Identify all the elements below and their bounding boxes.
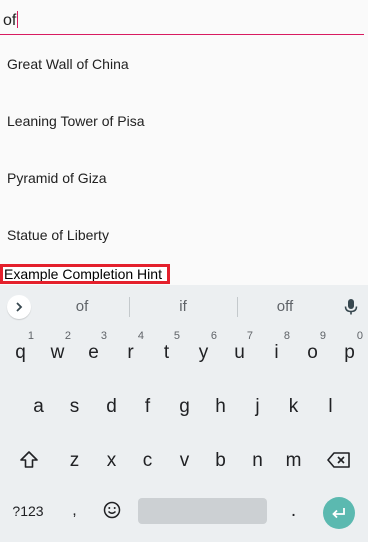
key-e[interactable]: e3 — [77, 331, 110, 371]
key-x[interactable]: x — [95, 443, 128, 479]
key-m[interactable]: m — [277, 443, 310, 479]
key-v[interactable]: v — [168, 443, 201, 479]
word-suggestion[interactable]: off — [244, 285, 326, 329]
symbols-key[interactable]: ?123 — [4, 493, 52, 529]
soft-keyboard: of if off q1 w2 e3 r4 t5 y6 u7 i8 o9 p0 … — [0, 285, 368, 542]
key-l[interactable]: l — [314, 389, 347, 425]
key-f[interactable]: f — [131, 389, 164, 425]
key-b[interactable]: b — [204, 443, 237, 479]
key-n[interactable]: n — [241, 443, 274, 479]
key-k[interactable]: k — [277, 389, 310, 425]
word-suggestion[interactable]: of — [38, 285, 126, 329]
key-row-2: a s d f g h j k l — [0, 389, 368, 425]
key-period[interactable]: . — [277, 493, 310, 529]
search-input-text: of — [3, 11, 19, 29]
key-a[interactable]: a — [22, 389, 55, 425]
key-q[interactable]: q1 — [4, 331, 37, 371]
key-p[interactable]: p0 — [333, 331, 366, 371]
key-row-1: q1 w2 e3 r4 t5 y6 u7 i8 o9 p0 — [0, 331, 368, 371]
key-j[interactable]: j — [241, 389, 274, 425]
shift-icon[interactable] — [12, 443, 46, 479]
search-input[interactable]: of — [0, 0, 364, 35]
key-comma[interactable]: , — [58, 493, 91, 529]
enter-icon[interactable] — [323, 497, 355, 529]
key-w[interactable]: w2 — [41, 331, 74, 371]
key-s[interactable]: s — [58, 389, 91, 425]
chevron-right-icon[interactable] — [7, 295, 31, 319]
text-cursor — [17, 11, 19, 28]
key-y[interactable]: y6 — [187, 331, 220, 371]
autocomplete-item[interactable]: Leaning Tower of Pisa — [0, 93, 368, 150]
key-t[interactable]: t5 — [150, 331, 183, 371]
key-g[interactable]: g — [168, 389, 201, 425]
emoji-icon[interactable] — [95, 493, 128, 529]
autocomplete-item[interactable]: Great Wall of China — [0, 36, 368, 93]
key-u[interactable]: u7 — [223, 331, 256, 371]
divider — [129, 297, 130, 317]
key-row-3: z x c v b n m — [0, 443, 368, 479]
word-suggestion[interactable]: if — [140, 285, 226, 329]
mic-icon[interactable] — [344, 299, 358, 315]
autocomplete-item[interactable]: Pyramid of Giza — [0, 150, 368, 207]
autocomplete-list: Great Wall of China Leaning Tower of Pis… — [0, 36, 368, 264]
key-h[interactable]: h — [204, 389, 237, 425]
space-bar[interactable] — [138, 498, 267, 524]
divider — [237, 297, 238, 317]
key-c[interactable]: c — [131, 443, 164, 479]
key-r[interactable]: r4 — [114, 331, 147, 371]
autocomplete-item[interactable]: Statue of Liberty — [0, 207, 368, 264]
key-z[interactable]: z — [58, 443, 91, 479]
key-d[interactable]: d — [95, 389, 128, 425]
keyboard-suggestion-bar: of if off — [0, 285, 368, 329]
key-o[interactable]: o9 — [296, 331, 329, 371]
key-i[interactable]: i8 — [260, 331, 293, 371]
completion-hint: Example Completion Hint — [0, 264, 170, 284]
backspace-icon[interactable] — [322, 443, 356, 479]
